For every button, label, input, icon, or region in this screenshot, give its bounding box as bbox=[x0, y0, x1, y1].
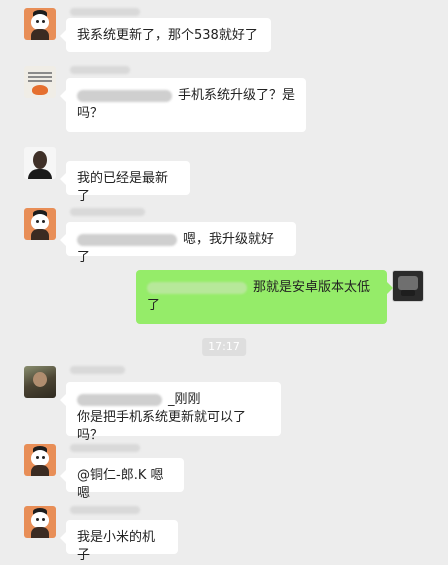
sender-name bbox=[70, 8, 140, 16]
message-bubble[interactable]: 嗯，我升级就好了 bbox=[60, 222, 296, 265]
message-6: _刚刚 你是把手机系统更新就可以了吗？ bbox=[0, 362, 448, 443]
message-bubble[interactable]: _刚刚 你是把手机系统更新就可以了吗？ bbox=[60, 382, 281, 443]
message-bubble[interactable]: 我是小米的机子 bbox=[60, 520, 178, 563]
sender-name bbox=[70, 66, 130, 74]
redacted-name bbox=[77, 393, 162, 406]
message-bubble[interactable]: 手机系统升级了？是吗？ bbox=[60, 78, 306, 132]
message-8: 我是小米的机子 bbox=[0, 502, 448, 563]
message-2: 手机系统升级了？是吗？ bbox=[0, 58, 448, 138]
user-avatar[interactable] bbox=[392, 270, 424, 302]
sender-name bbox=[70, 208, 145, 216]
man-avatar[interactable] bbox=[24, 147, 56, 179]
cartoon-avatar[interactable] bbox=[24, 506, 56, 538]
mention-line: _刚刚 bbox=[77, 391, 270, 409]
chat-area: 我系统更新了，那个538就好了 手机系统升级了？是吗？ 我的已经是最新了 嗯，我… bbox=[0, 0, 448, 563]
message-7: @铜仁-郎.K 嗯嗯 bbox=[0, 440, 448, 501]
redacted-name bbox=[147, 281, 247, 294]
cartoon-avatar[interactable] bbox=[24, 444, 56, 476]
mention-suffix: _刚刚 bbox=[168, 392, 201, 407]
timestamp: 17:17 bbox=[202, 338, 246, 356]
message-bubble[interactable]: @铜仁-郎.K 嗯嗯 bbox=[60, 458, 184, 501]
message-4: 嗯，我升级就好了 bbox=[0, 204, 448, 265]
message-bubble[interactable]: 那就是安卓版本太低了 bbox=[136, 270, 393, 324]
redacted-name bbox=[77, 89, 172, 102]
cartoon-avatar[interactable] bbox=[24, 8, 56, 40]
message-1: 我系统更新了，那个538就好了 bbox=[0, 0, 448, 60]
message-text: @铜仁-郎.K 嗯嗯 bbox=[77, 468, 164, 501]
poster-avatar[interactable] bbox=[24, 66, 56, 98]
message-text: 我的已经是最新了 bbox=[77, 171, 169, 204]
sender-name bbox=[70, 366, 125, 374]
message-text: 我是小米的机子 bbox=[77, 530, 156, 563]
message-bubble[interactable]: 我的已经是最新了 bbox=[60, 161, 190, 204]
message-text: 我系统更新了，那个538就好了 bbox=[77, 28, 258, 43]
message-3: 我的已经是最新了 bbox=[0, 143, 448, 204]
message-5: 那就是安卓版本太低了 bbox=[0, 266, 448, 326]
sender-name bbox=[70, 444, 140, 452]
sender-name bbox=[70, 506, 140, 514]
cartoon-avatar[interactable] bbox=[24, 208, 56, 240]
redacted-name bbox=[77, 233, 177, 246]
photo-avatar[interactable] bbox=[24, 366, 56, 398]
message-bubble[interactable]: 我系统更新了，那个538就好了 bbox=[60, 18, 271, 52]
